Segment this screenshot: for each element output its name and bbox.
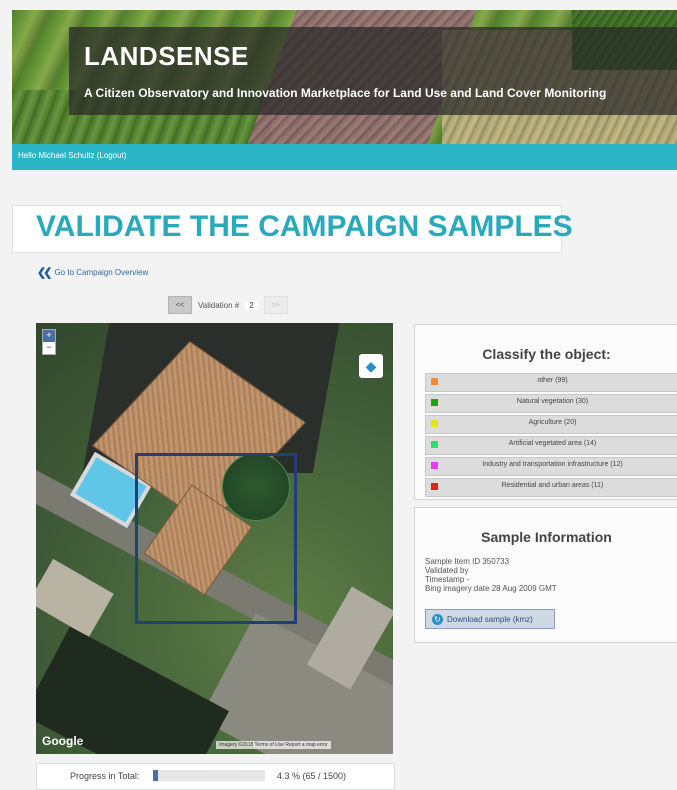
validation-pager: << Validation # 2 >> (168, 296, 288, 314)
sample-imagery-date: Bing imagery date 28 Aug 2009 GMT (425, 584, 557, 593)
zoom-in-button[interactable]: + (43, 330, 55, 342)
class-option[interactable]: Industry and transportation infrastructu… (425, 457, 677, 476)
class-option[interactable]: Natural vegetation (30) (425, 394, 677, 413)
layers-icon[interactable]: ◆ (359, 354, 383, 378)
progress-fill (153, 770, 158, 781)
progress-bar (153, 770, 265, 781)
classify-title: Classify the object: (482, 346, 611, 362)
satellite-map[interactable]: + − ◆ Google Imagery ©2018 Terms of Use … (36, 323, 393, 754)
next-validation-button[interactable]: >> (263, 296, 288, 314)
download-label: Download sample (kmz) (447, 614, 533, 624)
progress-label: Progress in Total: (70, 771, 140, 781)
site-subtitle: A Citizen Observatory and Innovation Mar… (84, 86, 607, 100)
classify-panel: Classify the object: other (99) Natural v… (414, 324, 677, 500)
class-option-label: other (99) (537, 377, 568, 384)
sample-outline (135, 453, 297, 624)
google-logo: Google (42, 734, 84, 748)
double-chevron-left-icon: ❮❮ (37, 267, 53, 279)
sample-timestamp: Timestamp - (425, 575, 470, 584)
class-option-label: Agriculture (20) (528, 419, 577, 426)
campaign-overview-link[interactable]: ❮❮ Go to Campaign Overview (37, 266, 148, 279)
class-option[interactable]: other (99) (425, 373, 677, 392)
download-sample-button[interactable]: ↻ Download sample (kmz) (425, 609, 555, 629)
class-option[interactable]: Agriculture (20) (425, 415, 677, 434)
progress-panel: Progress in Total: 4.3 % (65 / 1500) (36, 763, 395, 790)
sample-validated-by: Validated by (425, 566, 469, 575)
validation-number: 2 (245, 300, 258, 310)
back-link-label: Go to Campaign Overview (54, 268, 149, 277)
class-option-label: Artificial vegetated area (14) (508, 440, 597, 447)
class-option-label: Natural vegetation (30) (516, 398, 589, 405)
globe-icon: ↻ (432, 613, 443, 625)
class-option-label: Residential and urban areas (11) (501, 482, 604, 489)
map-attribution[interactable]: Imagery ©2018 Terms of Use Report a map … (216, 741, 331, 749)
zoom-control: + − (42, 329, 56, 355)
validation-label: Validation # (198, 300, 240, 310)
class-option[interactable]: Artificial vegetated area (14) (425, 436, 677, 455)
sample-item-id: Sample Item ID 350733 (425, 557, 510, 566)
sample-info-text: Sample Item ID 350733 Validated by Times… (425, 557, 557, 593)
progress-text: 4.3 % (65 / 1500) (277, 771, 347, 781)
class-option-label: Industry and transportation infrastructu… (482, 461, 623, 468)
zoom-out-button[interactable]: − (43, 342, 55, 354)
sample-info-title: Sample Information (481, 529, 612, 545)
class-list: other (99) Natural vegetation (30) Agricul… (425, 373, 677, 499)
logo[interactable]: LANDSENSE (84, 41, 249, 72)
logout-link[interactable]: Hello Michael Schultz (Logout) (18, 151, 127, 160)
page-title: VALIDATE THE CAMPAIGN SAMPLES (36, 210, 573, 243)
previous-validation-button[interactable]: << (168, 296, 192, 314)
class-option[interactable]: Residential and urban areas (11) (425, 478, 677, 497)
sample-info-panel: Sample Information Sample Item ID 350733… (414, 507, 677, 643)
user-bar: Hello Michael Schultz (Logout) (12, 144, 677, 170)
